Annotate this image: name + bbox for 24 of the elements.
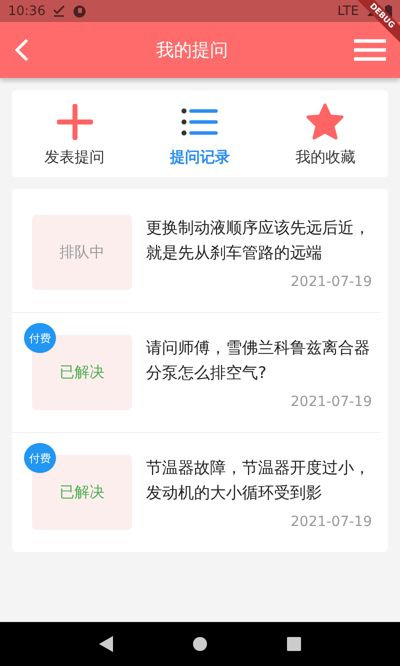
back-nav-icon[interactable] (99, 636, 114, 652)
status-tile: 排队中 (32, 215, 132, 290)
question-date: 2021-07-19 (290, 274, 372, 290)
question-text[interactable]: 更换制动液顺序应该先远后近，就是先从刹车管路的远端 (146, 215, 372, 265)
question-date: 2021-07-19 (290, 514, 372, 530)
back-icon[interactable] (14, 38, 30, 62)
paid-badge: 付费 (24, 443, 56, 473)
plus-icon (56, 104, 93, 140)
network-label: LTE (337, 4, 359, 18)
tab[interactable]: 发表提问 (12, 102, 138, 167)
check-icon (53, 5, 66, 17)
star-icon (305, 103, 346, 141)
paid-badge: 付费 (24, 323, 56, 353)
page-title: 我的提问 (155, 39, 229, 62)
p-circle-icon (73, 4, 86, 18)
menu-icon[interactable] (354, 39, 386, 61)
question-text[interactable]: 请问师傅，雪佛兰科鲁兹离合器分泵怎么排空气? (146, 335, 372, 385)
recents-nav-icon[interactable] (286, 637, 301, 651)
home-nav-icon[interactable] (192, 636, 208, 652)
list-icon (180, 107, 219, 137)
question-text[interactable]: 节温器故障，节温器开度过小，发动机的大小循环受到影 (146, 455, 372, 505)
tab[interactable]: 我的收藏 (262, 102, 388, 167)
question-date: 2021-07-19 (290, 394, 372, 410)
status-time: 10:36 (8, 4, 46, 18)
